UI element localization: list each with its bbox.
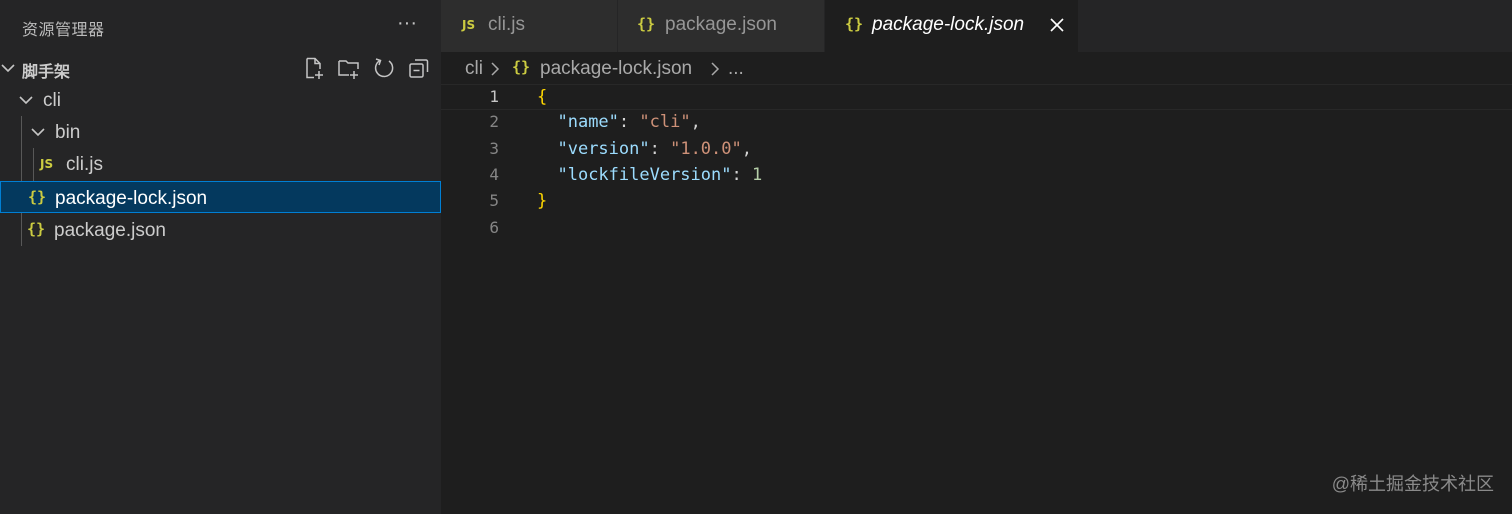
explorer-title: 资源管理器 — [22, 22, 105, 39]
json-file-icon: {} — [27, 220, 46, 238]
breadcrumb-folder[interactable]: cli — [465, 58, 483, 80]
collapse-all-button[interactable] — [407, 56, 433, 82]
code-token: "1.0.0" — [670, 138, 742, 159]
code-line[interactable]: 5} — [441, 189, 1512, 215]
code-token: } — [537, 191, 548, 212]
code-token: "cli" — [639, 112, 691, 133]
chevron-down-icon — [1, 64, 15, 73]
breadcrumb-more[interactable]: ... — [728, 58, 744, 80]
tree-label: bin — [55, 122, 81, 143]
refresh-button[interactable] — [372, 56, 398, 82]
workspace-section-header[interactable]: 脚手架 — [0, 52, 441, 84]
code-text: "version": "1.0.0", — [537, 139, 752, 159]
more-actions-icon[interactable]: ··· — [394, 10, 420, 36]
tree-label: package.json — [54, 220, 166, 241]
close-icon — [1050, 18, 1064, 32]
code-token: "name" — [557, 112, 619, 133]
code-token: 1 — [751, 164, 763, 185]
explorer-sidebar: 资源管理器 ··· 脚手架 cli bin JS cli.js {} packa… — [0, 0, 441, 514]
explorer-header: 资源管理器 ··· — [0, 0, 441, 52]
new-file-button[interactable] — [302, 56, 328, 82]
refresh-icon — [374, 58, 394, 78]
json-file-icon: {} — [28, 188, 47, 206]
json-file-icon: {} — [845, 15, 864, 33]
workspace-title: 脚手架 — [22, 64, 71, 81]
tree-file-package[interactable]: {} package.json — [0, 214, 441, 246]
code-line[interactable]: 2 "name": "cli", — [441, 110, 1512, 136]
new-folder-icon — [338, 60, 359, 79]
chevron-right-icon — [491, 62, 500, 76]
line-number: 6 — [489, 217, 499, 237]
tree-label: package-lock.json — [55, 188, 208, 209]
code-token: { — [537, 87, 548, 107]
line-number: 3 — [489, 138, 499, 158]
javascript-file-icon: JS — [40, 157, 54, 171]
code-token: : — [618, 112, 640, 133]
code-token: , — [690, 112, 701, 133]
tab-package-json[interactable]: {} package.json — [618, 0, 824, 52]
json-file-icon: {} — [637, 15, 656, 33]
code-token: : — [731, 164, 752, 185]
chevron-down-icon — [19, 96, 33, 105]
code-line[interactable]: 1{ — [441, 84, 1512, 110]
tab-cli-js[interactable]: JS cli.js — [441, 0, 617, 52]
code-text: { — [537, 87, 547, 107]
code-text: } — [537, 191, 547, 211]
javascript-file-icon: JS — [462, 18, 476, 32]
tab-label: package.json — [665, 14, 777, 35]
breadcrumb-file[interactable]: package-lock.json — [540, 58, 692, 80]
watermark: @稀土掘金技术社区 — [1331, 474, 1494, 494]
tree-label: cli.js — [66, 154, 103, 175]
line-number: 4 — [489, 164, 499, 184]
chevron-down-icon — [31, 128, 45, 137]
code-editor[interactable]: 1{2 "name": "cli", 3 "version": "1.0.0", 4… — [441, 84, 1512, 514]
new-folder-button[interactable] — [337, 56, 363, 82]
tab-label: package-lock.json — [872, 14, 1025, 35]
new-file-icon — [306, 57, 323, 79]
tab-label: cli.js — [488, 14, 525, 35]
editor-tab-bar: JS cli.js {} package.json {} package-loc… — [441, 0, 1512, 52]
tree-folder-cli[interactable]: cli — [0, 84, 441, 116]
breadcrumb: cli {} package-lock.json ... — [441, 52, 1512, 84]
code-token: : — [649, 138, 671, 159]
code-text: "name": "cli", — [537, 112, 701, 133]
json-file-icon: {} — [512, 58, 531, 76]
code-token: , — [741, 138, 752, 159]
line-number: 1 — [489, 87, 499, 106]
chevron-right-icon — [711, 62, 720, 76]
tab-package-lock-json[interactable]: {} package-lock.json — [825, 0, 1078, 52]
tree-file-package-lock[interactable]: {} package-lock.json — [0, 181, 441, 213]
code-token: "version" — [557, 138, 650, 159]
line-number: 2 — [489, 112, 499, 132]
code-line[interactable]: 3 "version": "1.0.0", — [441, 137, 1512, 163]
line-number: 5 — [489, 191, 499, 211]
tree-folder-bin[interactable]: bin — [0, 116, 441, 148]
code-token: "lockfileVersion" — [557, 164, 732, 185]
code-text: "lockfileVersion": 1 — [537, 165, 762, 185]
code-line[interactable]: 6 — [441, 216, 1512, 242]
collapse-all-icon — [409, 59, 429, 78]
tree-label: cli — [43, 90, 61, 111]
tree-file-cli-js[interactable]: JS cli.js — [0, 148, 441, 180]
code-line[interactable]: 4 "lockfileVersion": 1 — [441, 163, 1512, 189]
close-tab-button[interactable] — [1046, 14, 1068, 36]
